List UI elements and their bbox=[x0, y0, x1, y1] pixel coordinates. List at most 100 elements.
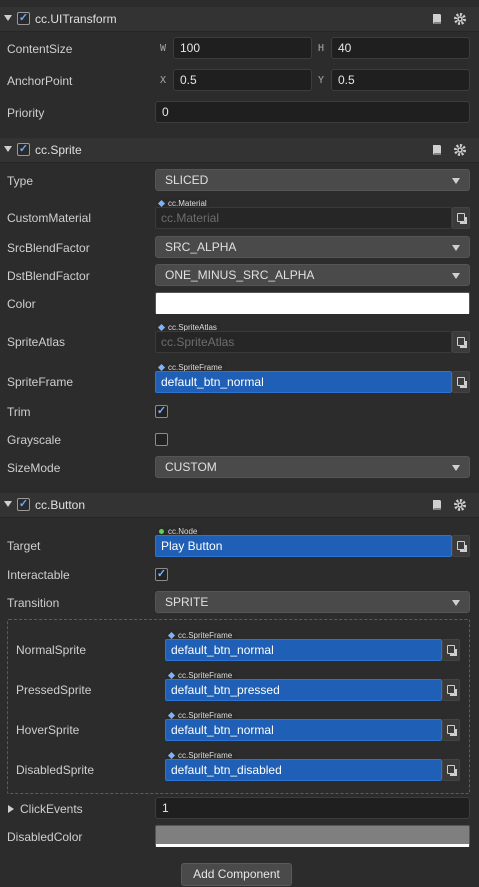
axis-label-h: H bbox=[318, 43, 325, 54]
gear-icon[interactable] bbox=[453, 498, 467, 512]
pick-icon bbox=[457, 377, 467, 388]
asset-picker-button[interactable] bbox=[442, 759, 460, 781]
transition-select[interactable]: SPRITE bbox=[155, 591, 470, 613]
pick-icon bbox=[457, 213, 467, 224]
select-value: SLICED bbox=[165, 173, 209, 187]
asset-picker-button[interactable] bbox=[452, 371, 470, 393]
field-label: Type bbox=[7, 174, 34, 188]
field-label: Priority bbox=[7, 106, 45, 120]
asset-picker-button[interactable] bbox=[442, 719, 460, 741]
priority-input[interactable]: 0 bbox=[155, 101, 470, 123]
component-enabled-checkbox[interactable]: ✓ bbox=[17, 498, 30, 511]
asset-picker-button[interactable] bbox=[442, 639, 460, 661]
type-select[interactable]: SLICED bbox=[155, 169, 470, 191]
grayscale-checkbox[interactable] bbox=[155, 433, 168, 446]
book-icon[interactable] bbox=[430, 498, 444, 512]
disabled-sprite-field[interactable]: default_btn_disabled bbox=[165, 759, 442, 781]
field-label: SpriteFrame bbox=[7, 375, 74, 389]
axis-label-y: Y bbox=[318, 75, 325, 86]
asset-type-icon bbox=[157, 363, 166, 372]
custom-material-field[interactable]: cc.Material bbox=[155, 207, 452, 229]
sprite-header[interactable]: ✓ cc.Sprite bbox=[0, 138, 479, 163]
select-value: ONE_MINUS_SRC_ALPHA bbox=[165, 268, 315, 282]
expand-caret-icon[interactable] bbox=[8, 805, 14, 813]
trim-checkbox[interactable]: ✓ bbox=[155, 405, 168, 418]
field-label: AnchorPoint bbox=[7, 74, 73, 88]
hover-sprite-field[interactable]: default_btn_normal bbox=[165, 719, 442, 741]
node-picker-button[interactable] bbox=[452, 535, 470, 557]
content-size-w-input[interactable]: 100 bbox=[173, 37, 312, 59]
dst-blend-select[interactable]: ONE_MINUS_SRC_ALPHA bbox=[155, 264, 470, 286]
alpha-bar bbox=[156, 311, 469, 314]
pick-icon bbox=[447, 765, 457, 776]
chevron-down-icon bbox=[452, 465, 460, 471]
uitransform-header[interactable]: ✓ cc.UITransform bbox=[0, 7, 479, 32]
chevron-down-icon bbox=[452, 600, 460, 606]
component-title: cc.Button bbox=[35, 498, 86, 512]
anchor-x-input[interactable]: 0.5 bbox=[173, 69, 312, 91]
pick-icon bbox=[457, 337, 467, 348]
content-size-h-input[interactable]: 40 bbox=[331, 37, 470, 59]
field-label: DstBlendFactor bbox=[7, 269, 90, 283]
pressed-sprite-field[interactable]: default_btn_pressed bbox=[165, 679, 442, 701]
field-label: SizeMode bbox=[7, 461, 61, 475]
chevron-down-icon bbox=[452, 273, 460, 279]
chevron-down-icon bbox=[452, 178, 460, 184]
disabled-color-swatch[interactable] bbox=[155, 825, 470, 847]
field-label: Target bbox=[7, 539, 41, 553]
target-field[interactable]: Play Button bbox=[155, 535, 452, 557]
pick-icon bbox=[447, 725, 457, 736]
asset-type-icon bbox=[167, 711, 176, 720]
sprite-frame-field[interactable]: default_btn_normal bbox=[155, 371, 452, 393]
book-icon[interactable] bbox=[430, 12, 444, 26]
select-value: SPRITE bbox=[165, 595, 209, 609]
field-label: SpriteAtlas bbox=[7, 335, 66, 349]
interactable-checkbox[interactable]: ✓ bbox=[155, 568, 168, 581]
asset-picker-button[interactable] bbox=[452, 331, 470, 353]
src-blend-select[interactable]: SRC_ALPHA bbox=[155, 236, 470, 258]
field-label: CustomMaterial bbox=[7, 211, 92, 225]
field-label: Grayscale bbox=[7, 433, 62, 447]
sprite-atlas-field[interactable]: cc.SpriteAtlas bbox=[155, 331, 452, 353]
component-title: cc.Sprite bbox=[35, 143, 82, 157]
book-icon[interactable] bbox=[430, 143, 444, 157]
field-label: Interactable bbox=[7, 568, 70, 582]
field-label: PressedSprite bbox=[16, 683, 92, 697]
field-label: HoverSprite bbox=[16, 723, 80, 737]
asset-picker-button[interactable] bbox=[442, 679, 460, 701]
field-label: NormalSprite bbox=[16, 643, 87, 657]
component-enabled-checkbox[interactable]: ✓ bbox=[17, 12, 30, 25]
node-type-icon bbox=[159, 529, 164, 534]
asset-type-icon bbox=[167, 671, 176, 680]
gear-icon[interactable] bbox=[453, 143, 467, 157]
select-value: CUSTOM bbox=[165, 460, 217, 474]
collapse-caret-icon[interactable] bbox=[4, 15, 12, 21]
field-label: Transition bbox=[7, 596, 60, 610]
axis-label-x: X bbox=[160, 75, 167, 86]
collapse-caret-icon[interactable] bbox=[4, 501, 12, 507]
normal-sprite-field[interactable]: default_btn_normal bbox=[165, 639, 442, 661]
color-swatch[interactable] bbox=[155, 292, 470, 314]
axis-label-w: W bbox=[160, 43, 167, 54]
asset-picker-button[interactable] bbox=[452, 207, 470, 229]
chevron-down-icon bbox=[452, 245, 460, 251]
field-label: ClickEvents bbox=[20, 802, 83, 816]
asset-type-icon bbox=[167, 751, 176, 760]
size-mode-select[interactable]: CUSTOM bbox=[155, 456, 470, 478]
field-label: Color bbox=[7, 297, 36, 311]
select-value: SRC_ALPHA bbox=[165, 240, 237, 254]
field-label: SrcBlendFactor bbox=[7, 241, 90, 255]
field-label: ContentSize bbox=[7, 42, 73, 56]
anchor-y-input[interactable]: 0.5 bbox=[331, 69, 470, 91]
click-events-count-input[interactable]: 1 bbox=[155, 797, 470, 819]
add-component-button[interactable]: Add Component bbox=[181, 863, 292, 886]
collapse-caret-icon[interactable] bbox=[4, 146, 12, 152]
component-enabled-checkbox[interactable]: ✓ bbox=[17, 143, 30, 156]
pick-icon bbox=[447, 685, 457, 696]
gear-icon[interactable] bbox=[453, 12, 467, 26]
button-header[interactable]: ✓ cc.Button bbox=[0, 493, 479, 518]
pick-icon bbox=[457, 541, 467, 552]
pick-icon bbox=[447, 645, 457, 656]
component-title: cc.UITransform bbox=[35, 12, 117, 26]
field-label: DisabledColor bbox=[7, 830, 83, 844]
